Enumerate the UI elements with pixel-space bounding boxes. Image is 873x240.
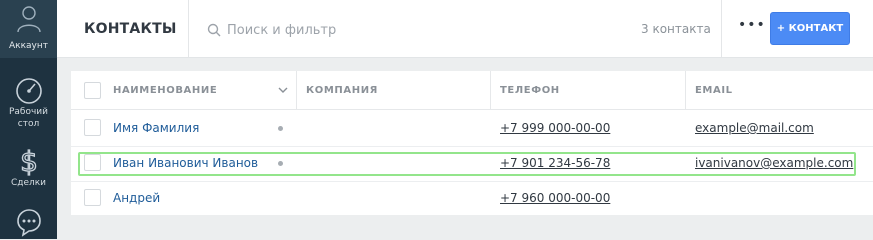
more-options-button[interactable]: ••• [738,17,766,33]
nav-account-label: Аккаунт [9,41,48,51]
dashboard-icon [15,78,42,104]
column-header-company[interactable]: КОМПАНИЯ [306,85,378,96]
column-header-name[interactable]: НАИМЕНОВАНИЕ [113,85,217,96]
column-divider[interactable] [296,71,297,110]
table-header-row: НАИМЕНОВАНИЕ КОМПАНИЯ ТЕЛЕФОН EMAIL [71,71,873,110]
select-all-checkbox[interactable] [84,82,101,99]
left-nav: Аккаунт Рабочий стол $ Сделки [0,0,57,239]
table-row[interactable]: Иван Иванович Иванов +7 901 234-56-78 iv… [71,146,873,182]
header-divider [721,0,722,57]
nav-item-label: Рабочий [8,107,48,117]
column-divider[interactable] [685,71,686,110]
email-link[interactable]: example@mail.com [695,121,814,135]
svg-text:$: $ [20,145,38,177]
table-row[interactable]: Андрей +7 960 000-00-00 [71,181,873,217]
company-empty-dot [278,161,283,166]
search-input[interactable]: Поиск и фильтр [207,20,336,40]
search-icon [207,23,221,37]
top-header: КОНТАКТЫ Поиск и фильтр 3 контакта ••• +… [57,0,873,58]
nav-item-label: стол [17,119,40,129]
user-avatar-icon [17,6,41,33]
phone-link[interactable]: +7 999 000-00-00 [500,121,610,135]
header-divider [188,0,189,57]
chevron-down-icon[interactable] [277,84,289,96]
contact-name-link[interactable]: Андрей [113,191,160,205]
column-header-email[interactable]: EMAIL [695,85,733,96]
contact-count: 3 контакта [641,22,711,36]
row-checkbox[interactable] [84,189,101,206]
phone-link[interactable]: +7 901 234-56-78 [500,156,610,170]
add-contact-button[interactable]: + КОНТАКТ [770,12,850,45]
contacts-table: НАИМЕНОВАНИЕ КОМПАНИЯ ТЕЛЕФОН EMAIL Имя … [71,71,873,215]
row-checkbox[interactable] [84,154,101,171]
search-placeholder: Поиск и фильтр [227,22,337,38]
nav-item-dashboard[interactable]: Рабочий стол [0,76,57,130]
contact-name-link[interactable]: Имя Фамилия [113,121,199,135]
nav-item-deals[interactable]: $ Сделки [0,145,57,189]
nav-item-label: Сделки [10,178,47,188]
column-header-phone[interactable]: ТЕЛЕФОН [500,85,560,96]
table-row[interactable]: Имя Фамилия +7 999 000-00-00 example@mai… [71,111,873,147]
contact-name-link[interactable]: Иван Иванович Иванов [113,156,258,170]
phone-link[interactable]: +7 960 000-00-00 [500,191,610,205]
page-title: КОНТАКТЫ [84,21,177,37]
nav-item-chat[interactable] [0,207,57,237]
column-divider[interactable] [490,71,491,110]
chat-icon [16,209,41,237]
email-link[interactable]: ivanivanov@example.com [695,156,853,170]
row-checkbox[interactable] [84,119,101,136]
nav-account[interactable]: Аккаунт [0,0,57,58]
company-empty-dot [278,126,283,131]
dollar-icon: $ [19,145,38,177]
